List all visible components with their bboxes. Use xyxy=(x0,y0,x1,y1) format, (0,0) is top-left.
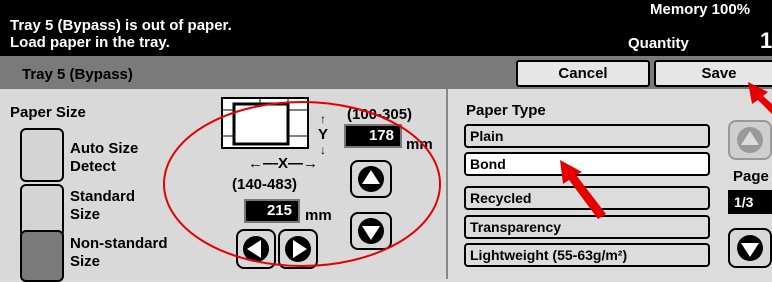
paper-type-heading: Paper Type xyxy=(466,102,546,119)
arrow-up-icon xyxy=(358,166,384,192)
x-unit-label: mm xyxy=(305,207,332,224)
y-increase-button[interactable] xyxy=(350,160,392,198)
save-button[interactable]: Save xyxy=(654,60,772,87)
auto-size-detect-button[interactable] xyxy=(20,128,64,182)
x-dimension-symbol: X xyxy=(278,155,289,172)
page-title: Tray 5 (Bypass) xyxy=(22,66,133,83)
status-message-line1: Tray 5 (Bypass) is out of paper. xyxy=(10,17,232,34)
arrow-down-icon xyxy=(737,235,763,261)
x-size-field[interactable]: 215 xyxy=(244,199,300,223)
non-standard-size-label: Non-standard Size xyxy=(70,235,168,270)
page-down-button[interactable] xyxy=(728,228,772,268)
y-dimension-symbol: Y xyxy=(317,126,328,143)
auto-size-detect-label: Auto Size Detect xyxy=(70,140,139,175)
quantity-value: 1 xyxy=(760,28,772,53)
paper-type-plain[interactable]: Plain xyxy=(464,124,710,148)
paper-type-transparency[interactable]: Transparency xyxy=(464,215,710,239)
page-indicator: 1/3 xyxy=(728,190,772,214)
x-decrease-button[interactable] xyxy=(236,229,276,269)
page-up-button[interactable] xyxy=(728,120,772,160)
page-label: Page xyxy=(733,168,769,185)
y-dimension-indicator: ↑ Y ↓ xyxy=(317,112,328,157)
x-range-label: (140-483) xyxy=(232,176,298,193)
y-decrease-button[interactable] xyxy=(350,212,392,250)
status-message-line2: Load paper in the tray. xyxy=(10,34,170,51)
non-standard-size-button[interactable] xyxy=(20,230,64,282)
standard-size-label: Standard Size xyxy=(70,188,136,223)
y-range-label: (100-305) xyxy=(347,106,413,123)
memory-indicator: Memory 100% xyxy=(650,1,751,18)
cancel-button[interactable]: Cancel xyxy=(516,60,650,87)
arrow-down-icon xyxy=(358,218,384,244)
y-size-field[interactable]: 178 xyxy=(344,124,402,148)
panel-divider xyxy=(446,89,448,279)
paper-type-bond[interactable]: Bond xyxy=(464,152,710,176)
x-increase-button[interactable] xyxy=(278,229,318,269)
paper-type-recycled[interactable]: Recycled xyxy=(464,186,710,210)
y-unit-label: mm xyxy=(406,136,433,153)
x-dimension-indicator: ←—X—→ xyxy=(248,155,319,172)
arrow-left-icon xyxy=(243,236,269,262)
quantity-label: Quantity xyxy=(628,35,689,52)
paper-type-lightweight[interactable]: Lightweight (55-63g/m²) xyxy=(464,243,710,267)
arrow-up-icon xyxy=(737,127,763,153)
arrow-right-icon xyxy=(285,236,311,262)
paper-size-heading: Paper Size xyxy=(10,104,86,121)
